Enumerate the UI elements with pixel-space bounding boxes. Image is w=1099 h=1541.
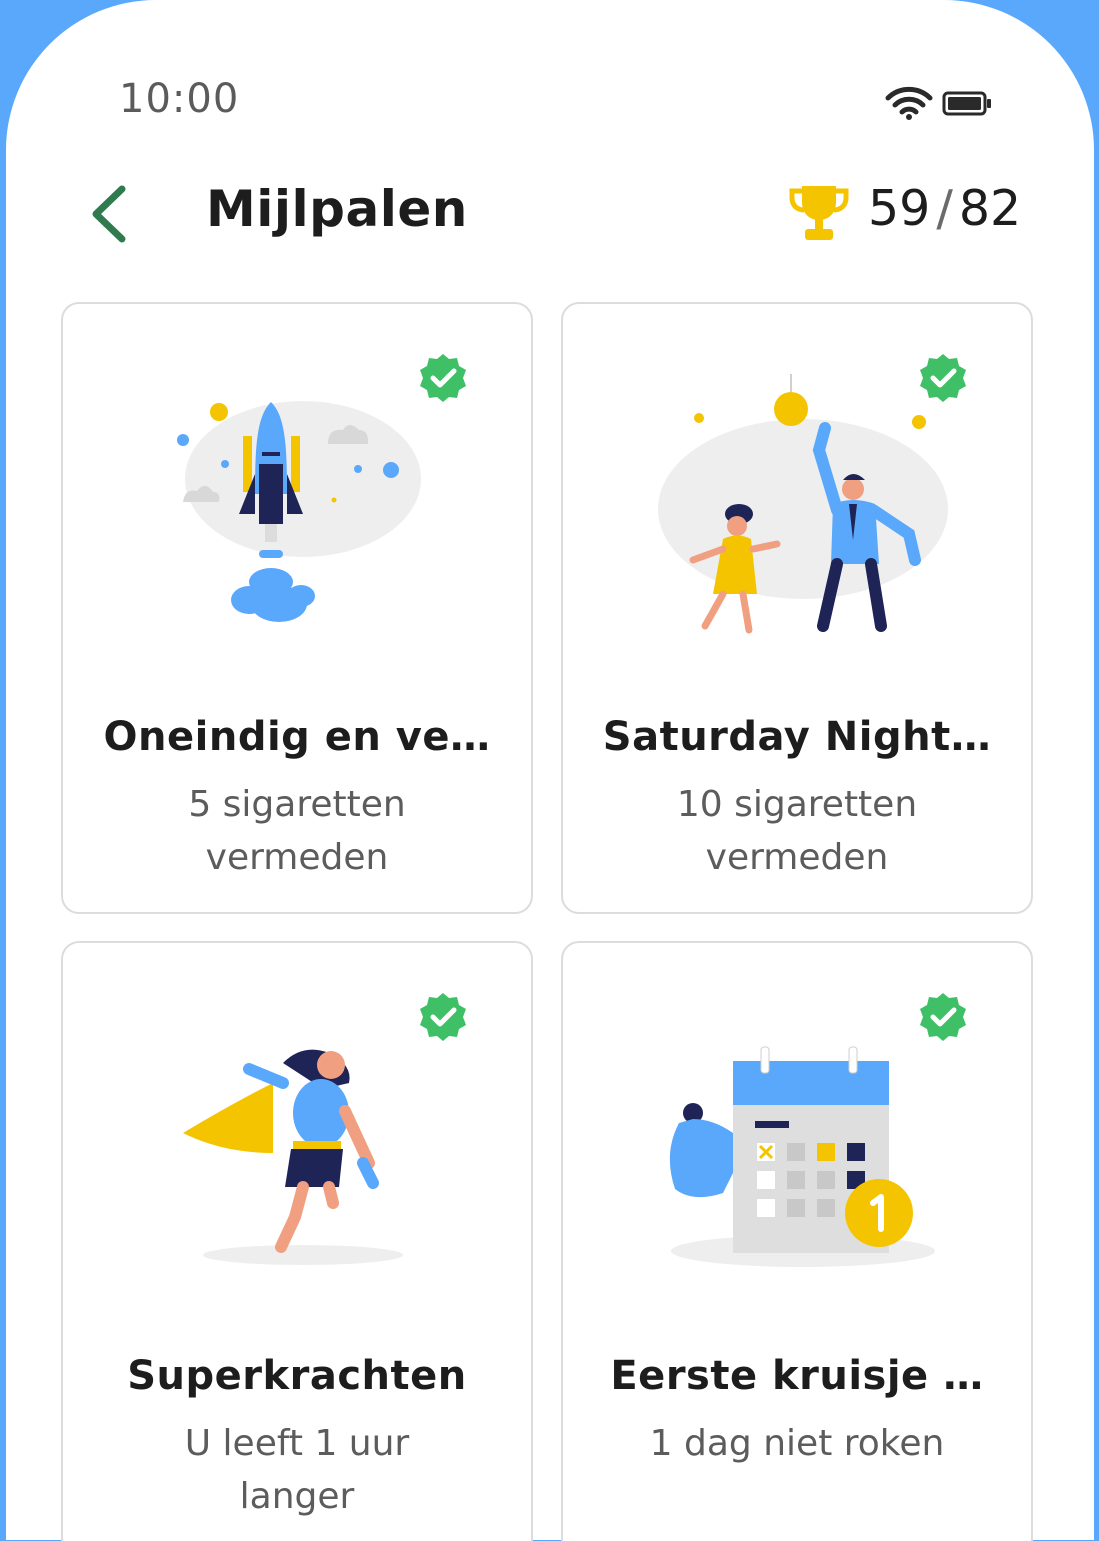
milestone-subtitle: 10 sigaretten vermeden <box>676 784 918 878</box>
milestone-subtitle: U leeft 1 uur langer <box>184 1423 410 1517</box>
milestone-title: Oneindig en ve… <box>103 714 491 760</box>
calendar-illustration <box>669 1046 935 1267</box>
battery-icon <box>942 91 991 116</box>
milestone-card[interactable]: Superkrachten U leeft 1 uur langer <box>61 941 533 1541</box>
milestone-card[interactable]: Oneindig en ve… 5 sigaretten vermeden <box>61 302 533 914</box>
milestone-card[interactable]: Eerste kruisje … 1 dag niet roken <box>561 941 1033 1541</box>
milestone-subtitle: 1 dag niet roken <box>649 1423 945 1464</box>
back-button[interactable] <box>84 183 136 245</box>
status-time: 10:00 <box>119 76 240 122</box>
superhero-illustration <box>183 1049 403 1265</box>
milestone-score: 59/82 <box>868 180 1021 237</box>
milestone-card[interactable]: Saturday Night… 10 sigaretten vermeden <box>561 302 1033 914</box>
status-icons <box>885 86 991 120</box>
milestone-title: Eerste kruisje … <box>610 1353 984 1399</box>
score-separator: / <box>936 180 953 237</box>
phone-screen: 10:00 Mijlpalen 59/82 Oneindig en ve… 5 … <box>6 0 1094 1541</box>
trophy-icon <box>789 186 849 240</box>
dancing-couple-illustration <box>658 374 948 634</box>
milestone-subtitle: 5 sigaretten vermeden <box>188 784 406 878</box>
rocket-illustration <box>177 401 421 622</box>
score-total: 82 <box>958 180 1022 237</box>
score-current: 59 <box>868 180 931 237</box>
chevron-left-icon <box>92 185 126 243</box>
milestone-title: Superkrachten <box>127 1353 467 1399</box>
wifi-icon <box>885 86 933 120</box>
page-title: Mijlpalen <box>206 180 468 238</box>
milestone-title: Saturday Night… <box>602 714 992 760</box>
